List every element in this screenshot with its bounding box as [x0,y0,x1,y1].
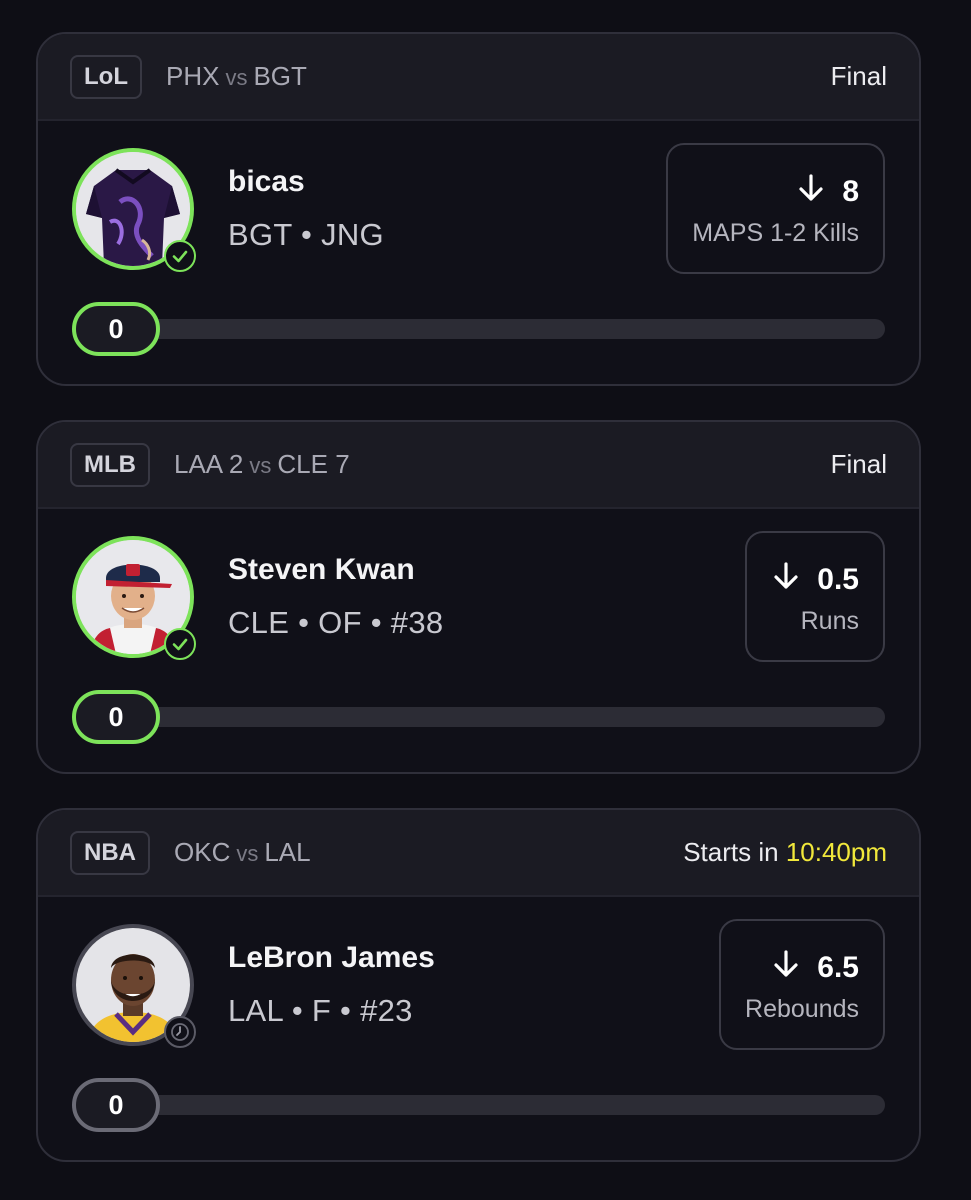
player-name: Steven Kwan [228,553,415,586]
player-info: LAL • F • #23 [228,993,413,1028]
vs-label: vs [225,65,248,90]
pick-card-lebron-james[interactable]: NBA OKC vs LAL Starts in 10:40pm LeBron … [36,808,921,1162]
current-value-pill: 0 [72,302,160,356]
player-name: bicas [228,165,305,198]
current-value-pill: 0 [72,1078,160,1132]
team-2: BGT [253,61,307,91]
vs-label: vs [236,841,259,866]
projection-line: 0.5 [771,561,859,599]
projection-box[interactable]: 6.5 Rebounds [719,919,885,1050]
line-value: 0.5 [817,563,859,596]
card-body: LeBron James LAL • F • #23 6.5 Rebounds … [38,897,919,1160]
projection-box[interactable]: 8 MAPS 1-2 Kills [666,143,885,274]
status-prefix: Starts in [683,837,779,867]
line-value: 8 [842,175,859,208]
start-time: 10:40pm [785,837,887,867]
arrow-down-icon [771,949,801,987]
league-badge: NBA [70,830,150,875]
check-circle-icon [164,628,196,660]
progress-track [118,319,885,339]
arrow-down-icon [796,173,826,211]
team-1: OKC [174,837,231,867]
pick-list: LoL PHX vs BGT Final bicas BGT • JNG 8 M… [0,0,971,1200]
pick-card-steven-kwan[interactable]: MLB LAA 2 vs CLE 7 Final Steven Kwan CLE… [36,420,921,774]
game-status: Final [830,61,887,91]
team-2: LAL [264,837,311,867]
team-2: CLE 7 [277,449,350,479]
player-info: BGT • JNG [228,217,384,252]
player-info: CLE • OF • #38 [228,605,444,640]
matchup: PHX vs BGT [166,61,307,92]
league-badge: LoL [70,54,142,99]
league-badge: MLB [70,442,150,487]
card-header: LoL PHX vs BGT Final [38,34,919,121]
player-name: LeBron James [228,941,435,974]
team-1: LAA 2 [173,449,244,479]
check-circle-icon [164,240,196,272]
line-stat: Runs [800,607,859,635]
projection-line: 6.5 [771,949,859,987]
game-status: Final [830,449,887,479]
vs-label: vs [249,453,272,478]
matchup: LAA 2 vs CLE 7 [174,449,350,480]
card-header: MLB LAA 2 vs CLE 7 Final [38,422,919,509]
card-header: NBA OKC vs LAL Starts in 10:40pm [38,810,919,897]
projection-box[interactable]: 0.5 Runs [745,531,885,662]
progress-track [118,1095,885,1115]
pick-card-bicas[interactable]: LoL PHX vs BGT Final bicas BGT • JNG 8 M… [36,32,921,386]
team-1: PHX [165,61,220,91]
arrow-down-icon [771,561,801,599]
projection-line: 8 [796,173,859,211]
card-body: Steven Kwan CLE • OF • #38 0.5 Runs 0 [38,509,919,772]
game-status: Starts in 10:40pm [683,837,887,868]
line-stat: MAPS 1-2 Kills [692,219,859,247]
line-stat: Rebounds [745,995,859,1023]
current-value-pill: 0 [72,690,160,744]
progress-track [118,707,885,727]
card-body: bicas BGT • JNG 8 MAPS 1-2 Kills 0 [38,121,919,384]
matchup: OKC vs LAL [174,837,311,868]
clock-icon [164,1016,196,1048]
line-value: 6.5 [817,951,859,984]
